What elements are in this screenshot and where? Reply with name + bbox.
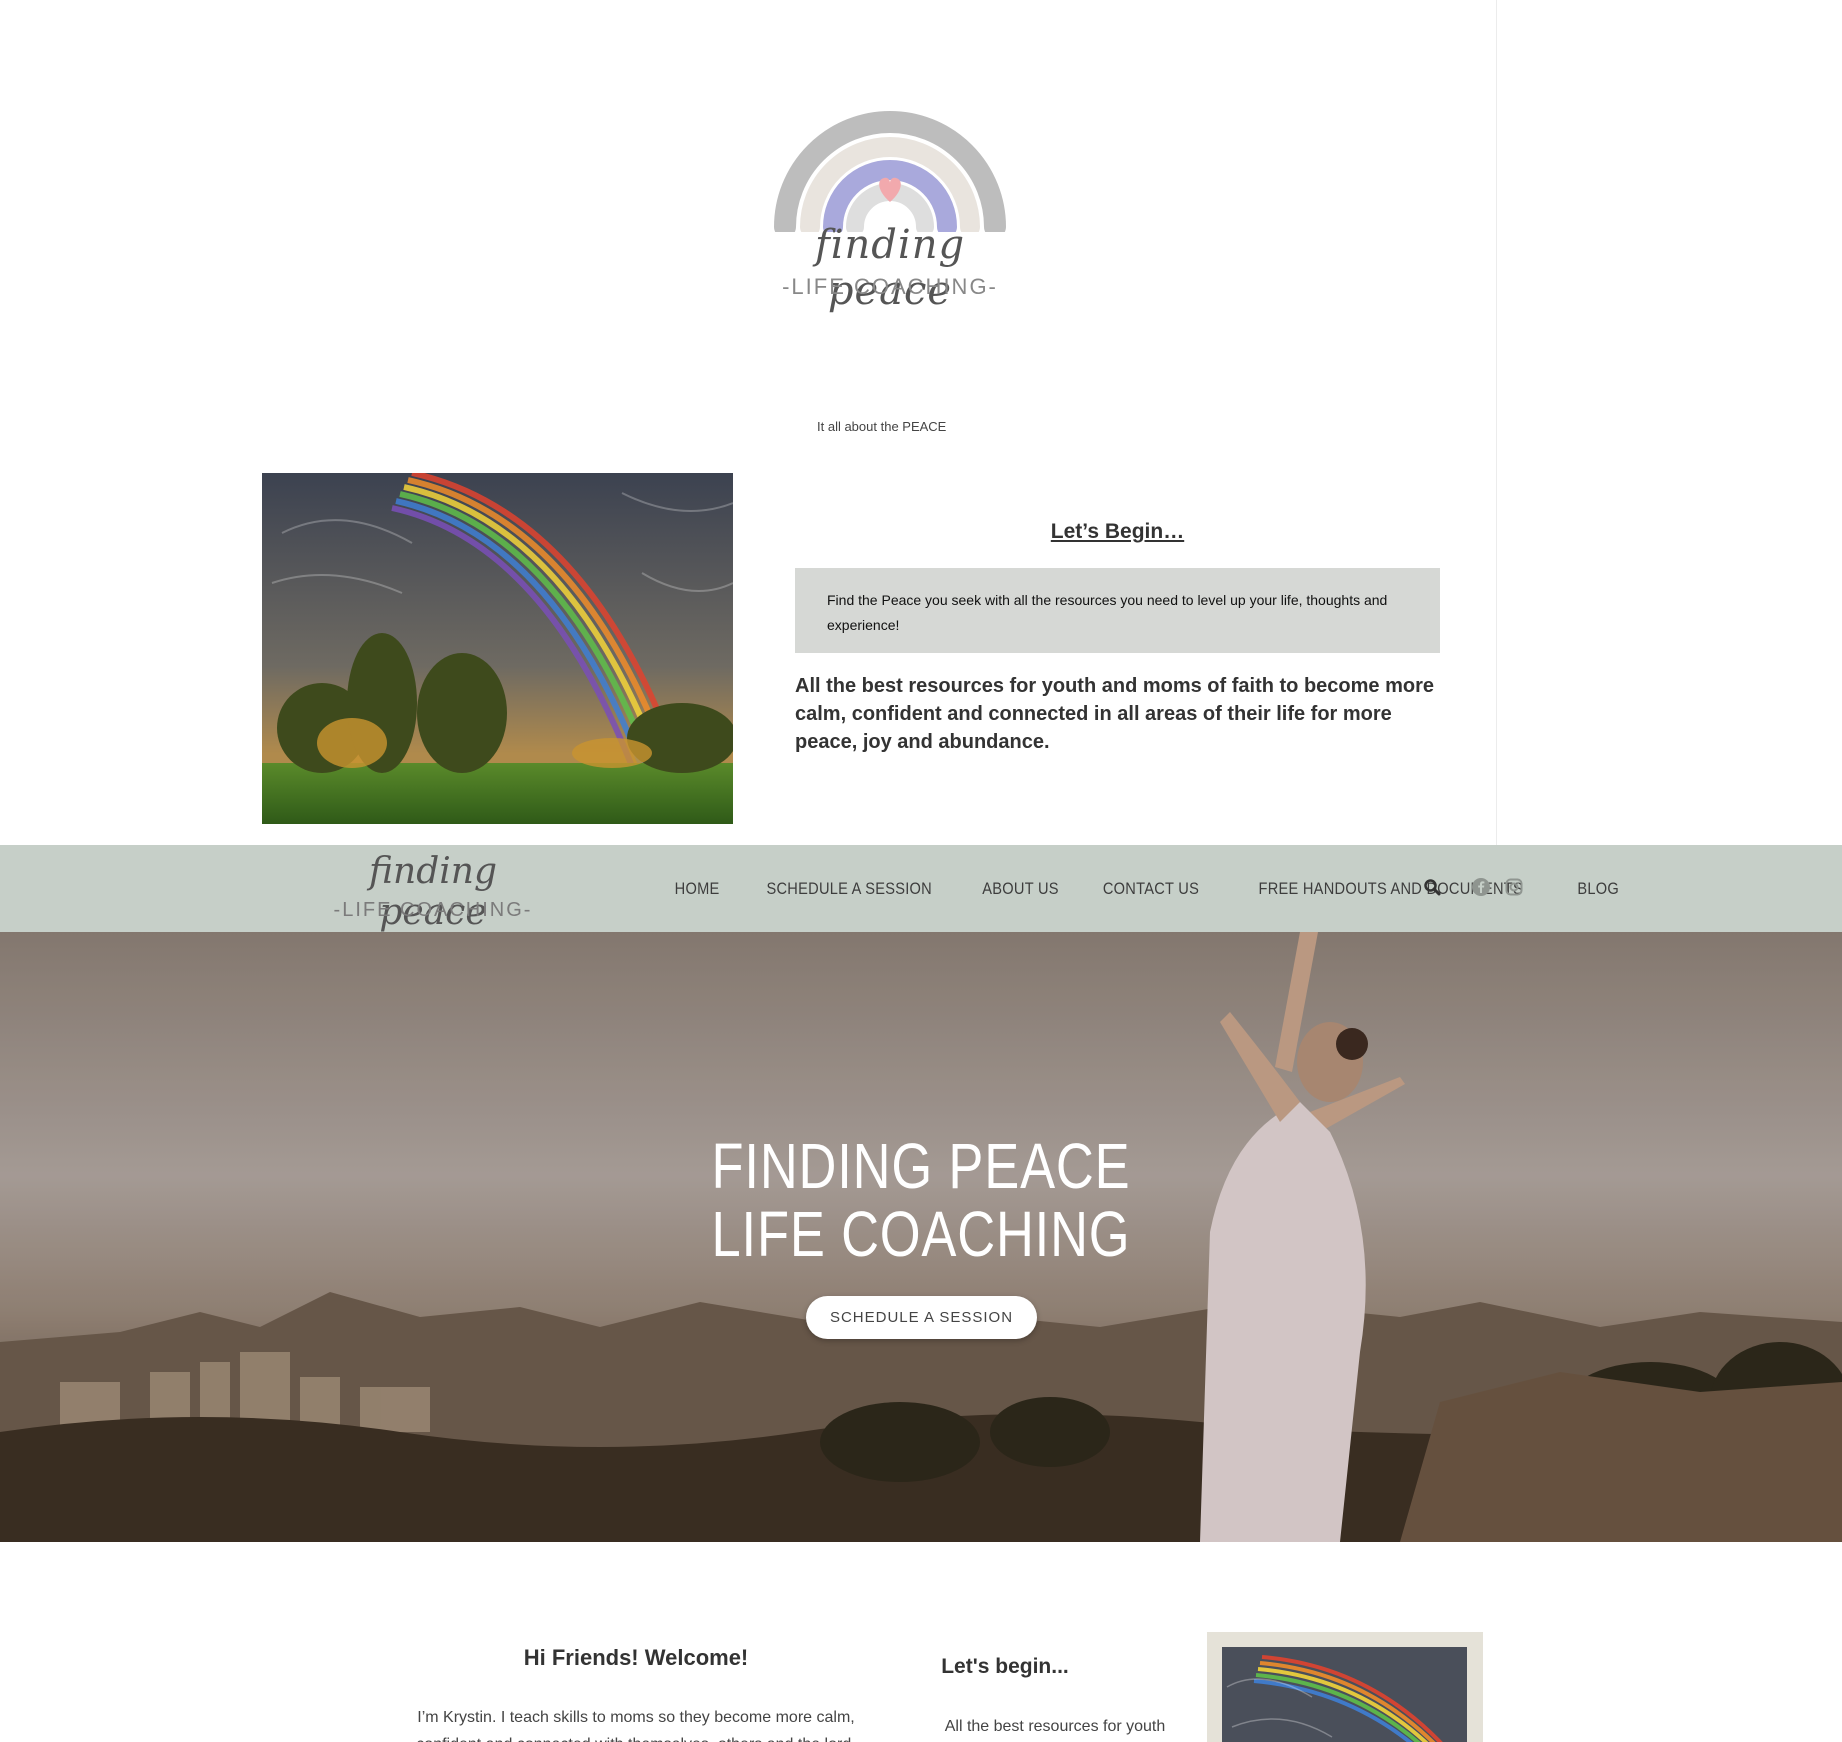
schedule-session-button[interactable]: SCHEDULE A SESSION — [806, 1296, 1037, 1339]
nav-logo-subtitle: -LIFE COACHING- — [333, 899, 533, 921]
content-divider — [1496, 0, 1497, 845]
intro-heading: Let’s Begin… — [1050, 520, 1185, 543]
side-heading: Let's begin... — [941, 1655, 1069, 1678]
hero-title-line2: LIFE COACHING — [711, 1198, 1131, 1270]
nav-logo[interactable]: finding peace -LIFE COACHING- — [328, 845, 538, 933]
site-logo[interactable]: finding peace -LIFE COACHING- — [770, 62, 1010, 314]
hero-title: FINDING PEACE LIFE COACHING — [0, 1132, 1842, 1268]
logo-subtitle: -LIFE COACHING- — [782, 274, 998, 299]
nav-menu: HOME SCHEDULE A SESSION ABOUT US CONTACT… — [656, 845, 1638, 932]
side-text: All the best resources for youth and — [944, 1718, 1166, 1735]
intro-highlight-box: Find the Peace you seek with all the res… — [795, 568, 1440, 653]
welcome-title: Hi Friends! Welcome! — [523, 1645, 749, 1670]
intro-body: All the best resources for youth and mom… — [795, 675, 1434, 753]
instagram-icon[interactable] — [1505, 878, 1523, 896]
hero-title-line1: FINDING PEACE — [711, 1130, 1131, 1202]
rainbow-photo — [262, 473, 733, 824]
search-icon[interactable] — [1423, 878, 1441, 896]
hero-banner: FINDING PEACE LIFE COACHING SCHEDULE A S… — [0, 932, 1842, 1542]
nav-item-home[interactable]: HOME — [675, 879, 720, 899]
welcome-text: I’m Krystin. I teach skills to moms so t… — [416, 1709, 855, 1742]
nav-item-blog[interactable]: BLOG — [1578, 879, 1620, 899]
framed-rainbow-image — [1222, 1647, 1467, 1742]
rainbow-logo-icon — [774, 111, 1006, 232]
framed-photo — [1207, 1632, 1483, 1742]
nav-item-about[interactable]: ABOUT US — [982, 879, 1059, 899]
logo-script-text: finding peace — [814, 222, 966, 314]
nav-item-schedule[interactable]: SCHEDULE A SESSION — [767, 879, 933, 899]
facebook-icon[interactable] — [1472, 878, 1490, 896]
main-navbar: finding peace -LIFE COACHING- HOME SCHED… — [0, 845, 1842, 933]
nav-item-contact[interactable]: CONTACT US — [1103, 879, 1199, 899]
site-tagline: It all about the PEACE — [817, 419, 947, 434]
